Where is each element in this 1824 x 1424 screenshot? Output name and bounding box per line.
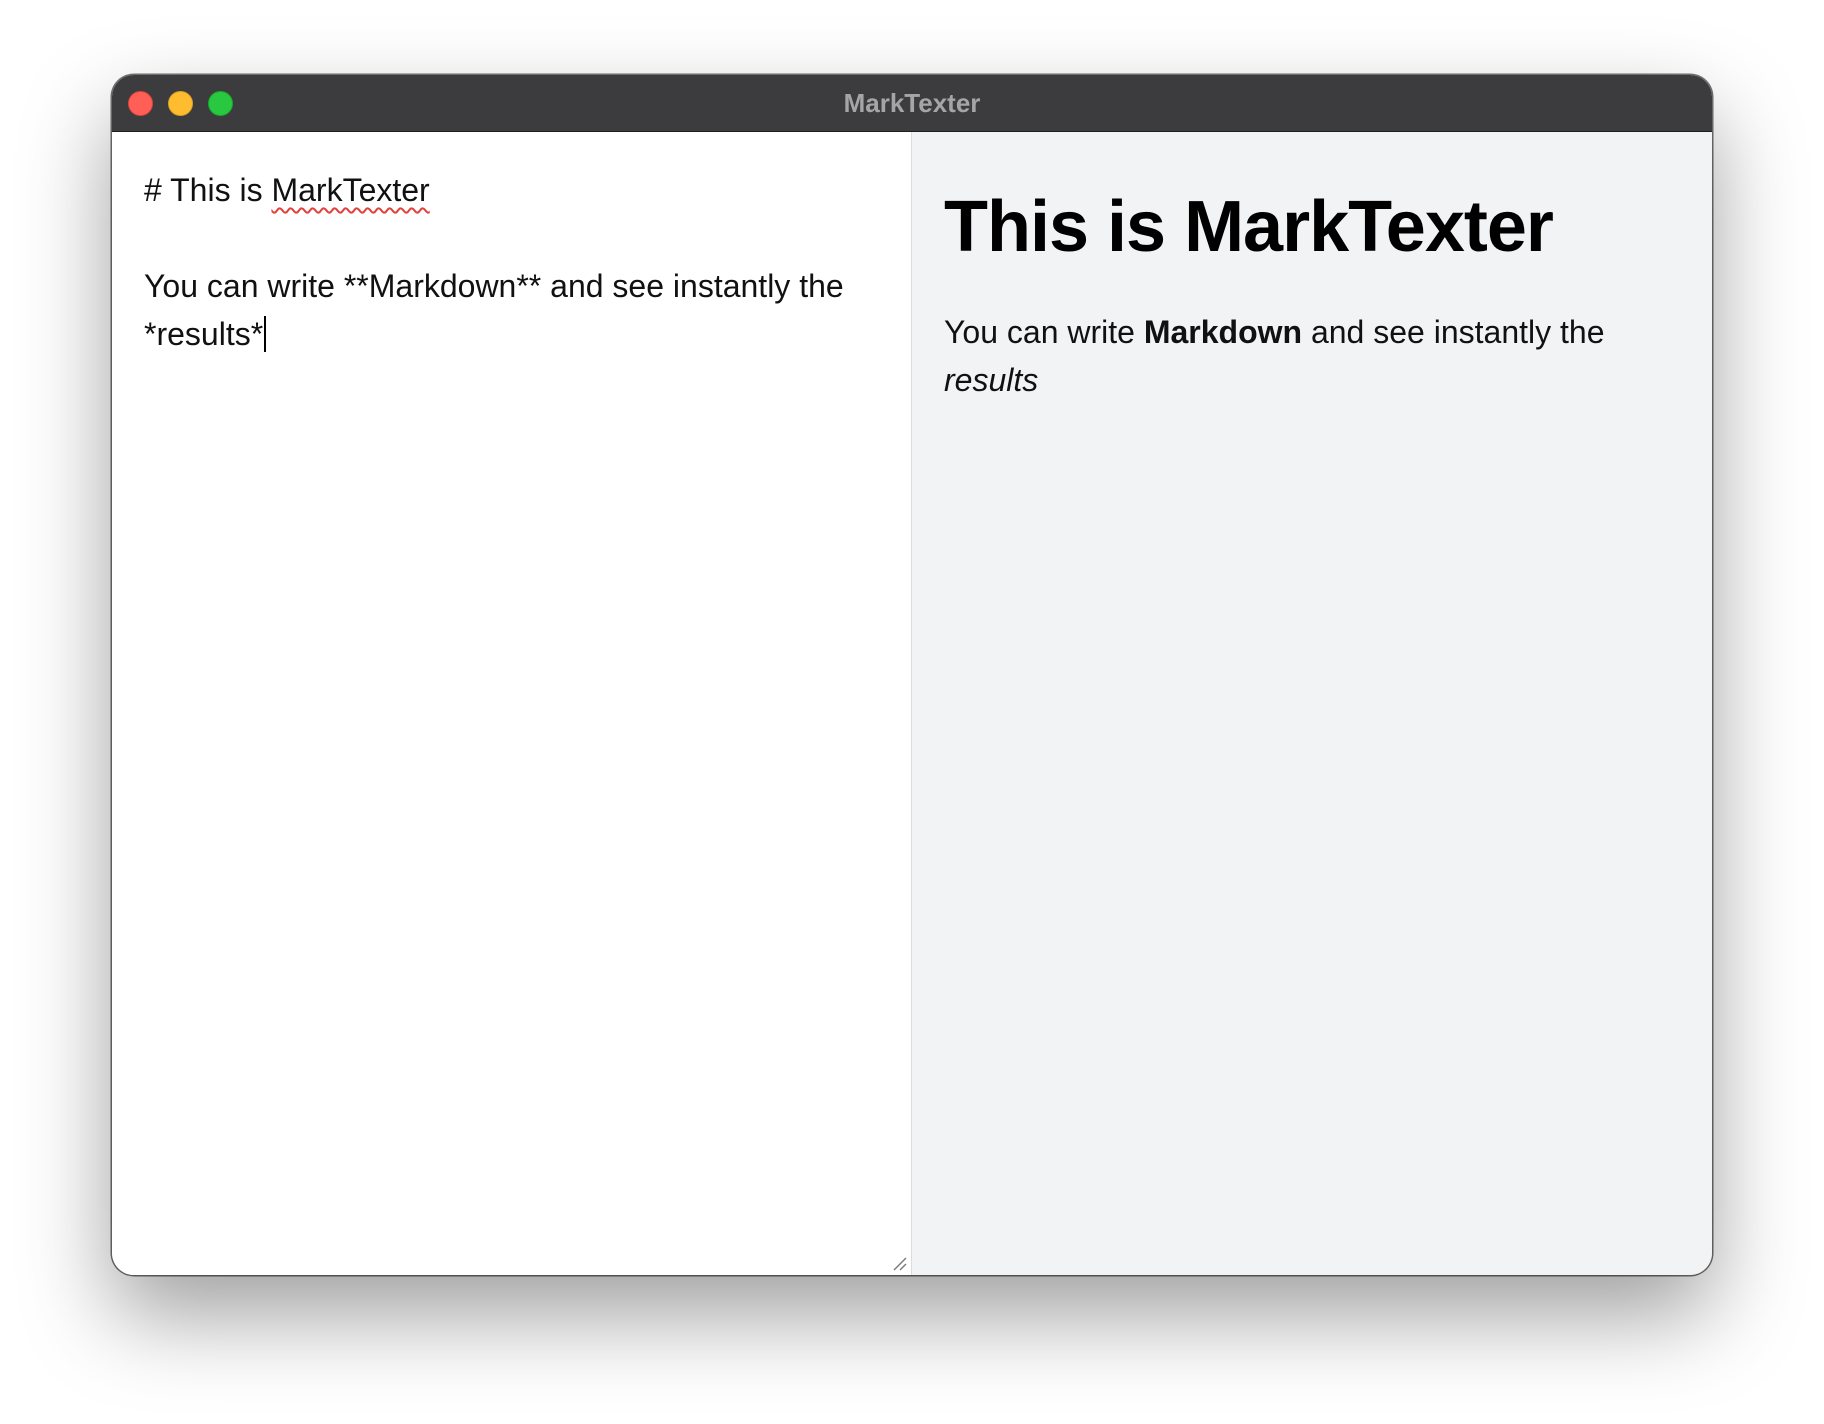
preview-text-before: You can write [944,314,1144,350]
app-window: MarkTexter # This is MarkTexter You can … [112,75,1712,1275]
preview-paragraph: You can write Markdown and see instantly… [944,308,1674,404]
resize-grip-icon[interactable] [891,1255,907,1271]
misspelled-word[interactable]: MarkTexter [271,172,429,208]
preview-text-middle: and see instantly the [1302,314,1605,350]
title-bar[interactable]: MarkTexter [112,75,1712,132]
markdown-editor[interactable]: # This is MarkTexter You can write **Mar… [112,132,912,1275]
preview-bold-text: Markdown [1143,314,1303,350]
text-caret [264,316,267,352]
preview-italic-text: results [944,362,1039,398]
editor-textarea[interactable]: # This is MarkTexter You can write **Mar… [144,166,884,358]
preview-heading: This is MarkTexter [944,187,1554,267]
editor-heading-prefix: # This is [144,172,272,208]
editor-body-line: You can write **Markdown** and see insta… [144,268,853,352]
window-title: MarkTexter [843,88,981,118]
markdown-preview: This is MarkTexter You can write Markdow… [912,132,1712,1275]
